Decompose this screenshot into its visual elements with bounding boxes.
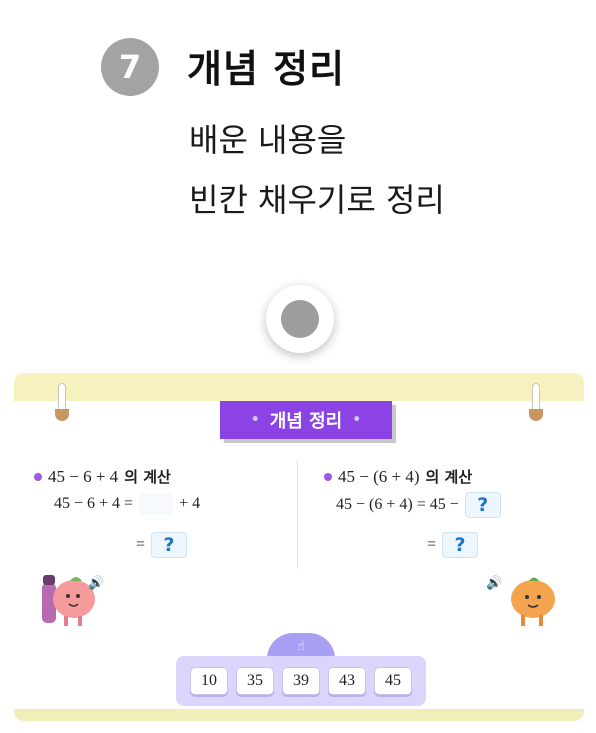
answer-chip-43[interactable]: 43 — [328, 667, 366, 695]
left-answer-slot[interactable]: ? — [151, 532, 188, 558]
left-heading: 45 − 6 + 4 의 계산 — [34, 466, 171, 487]
bullet-dot-icon — [324, 472, 332, 481]
concept-banner: • 개념 정리 • — [220, 401, 392, 439]
left-heading-suffix: 의 계산 — [124, 468, 171, 486]
left-heading-expr: 45 − 6 + 4 — [48, 466, 119, 486]
board-bottom-edge — [14, 709, 584, 721]
concept-board: • 개념 정리 • 45 − 6 + 4 의 계산 45 − 6 + 4 = +… — [14, 373, 584, 721]
banner-dot-right: • — [352, 412, 362, 428]
banner-dot-left: • — [250, 412, 260, 428]
left-line1-lhs: 45 − 6 + 4 = — [54, 495, 134, 512]
bullet-dot-icon — [34, 472, 42, 481]
left-blank-box[interactable] — [139, 493, 174, 515]
right-heading-suffix: 의 계산 — [425, 468, 473, 486]
right-line-1: 45 − (6 + 4) = 45 − ? — [336, 492, 501, 518]
step-title: 개념 정리 — [187, 47, 346, 91]
description-line-1: 배운 내용을 — [189, 121, 347, 159]
right-line1-lhs: 45 − (6 + 4) = 45 − — [336, 496, 459, 513]
answer-chip-45[interactable]: 45 — [374, 667, 412, 695]
orange-character-right-icon[interactable] — [503, 571, 563, 629]
pointer-indicator — [266, 285, 334, 353]
speaker-right-icon[interactable]: 🔊 — [486, 576, 502, 591]
left-line-2: = ? — [136, 532, 188, 558]
step-number-badge: 7 — [101, 38, 159, 96]
left-line2-eq: = — [136, 536, 146, 553]
right-line2-eq: = — [427, 536, 437, 553]
right-answer-slot-1[interactable]: ? — [464, 492, 501, 518]
right-answer-slot-2[interactable]: ? — [442, 532, 479, 558]
left-ring-base — [55, 409, 69, 421]
hand-pointer-icon: ☝ — [297, 638, 305, 654]
banner-label: 개념 정리 — [269, 411, 343, 432]
right-line-2: = ? — [427, 532, 479, 558]
left-line-1: 45 − 6 + 4 = + 4 — [54, 493, 200, 515]
answer-chip-39[interactable]: 39 — [282, 667, 320, 695]
answer-tray: 10 35 39 43 45 — [176, 656, 426, 706]
answer-chip-10[interactable]: 10 — [190, 667, 228, 695]
right-ring-base — [529, 409, 543, 421]
answer-chip-35[interactable]: 35 — [236, 667, 274, 695]
board-top-edge — [14, 373, 584, 401]
description-line-2: 빈칸 채우기로 정리 — [189, 181, 445, 219]
speaker-left-icon[interactable]: 🔊 — [88, 576, 104, 591]
left-line1-rhs: + 4 — [179, 495, 201, 512]
right-heading: 45 − (6 + 4) 의 계산 — [324, 466, 472, 487]
right-heading-expr: 45 − (6 + 4) — [338, 466, 420, 486]
column-divider — [297, 461, 298, 569]
